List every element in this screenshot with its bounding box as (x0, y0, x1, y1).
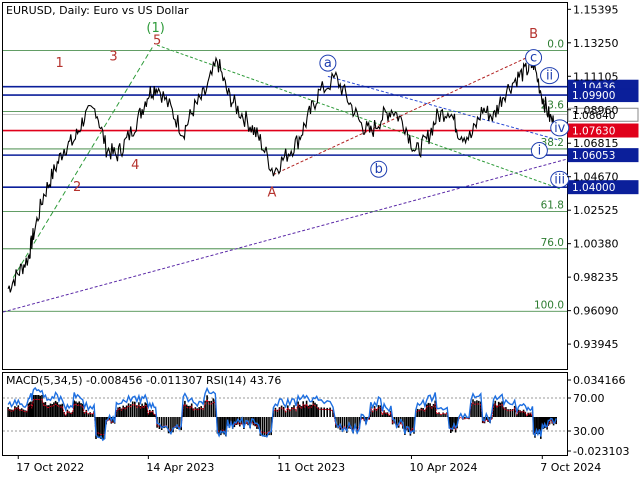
wave-label-red: A (267, 186, 276, 201)
y-tick-label: 1.15395 (573, 3, 619, 16)
indicator-tick-label: 70.00 (573, 392, 605, 405)
indicator-tick-label: 0.034166 (573, 374, 626, 387)
wave-label-red: B (529, 27, 538, 42)
wave-label-blue: i (538, 143, 542, 158)
wave-label-blue: ii (546, 69, 553, 84)
price-level-label: 1.07630 (572, 126, 615, 138)
y-tick-label: 0.96090 (573, 305, 619, 318)
price-level-label: 1.04000 (572, 182, 615, 194)
price-chart: 0.023.638.261.876.0100.0 1.104361.099001… (0, 0, 640, 480)
wave-label-blue: b (375, 162, 383, 177)
x-tick-label: 14 Apr 2023 (146, 461, 214, 474)
wave-label-green: (1) (146, 21, 164, 36)
y-tick-label: 1.13250 (573, 37, 619, 50)
wave-label-blue: iv (554, 121, 566, 136)
wave-label-red: 2 (73, 180, 81, 195)
wave-label-red: 1 (56, 56, 64, 71)
price-level-label: 1.06053 (572, 150, 615, 162)
x-tick-label: 10 Apr 2024 (409, 461, 477, 474)
chart-window: 0.0 23.6 38.2 61.8 76.0 100.0 1.10436 1.09900 1… (0, 0, 640, 480)
y-tick-label: 1.04670 (573, 171, 619, 184)
y-tick-label: 1.02525 (573, 204, 619, 217)
y-tick-label: 0.98235 (573, 271, 619, 284)
indicator-tick-label: 30.00 (573, 425, 605, 438)
wave-label-blue: a (324, 56, 332, 71)
price-level-label: 1.09900 (572, 90, 615, 102)
indicator-title: MACD(5,34,5) -0.008456 -0.011307 RSI(14)… (6, 374, 281, 387)
y-tick-label: 1.06815 (573, 137, 619, 150)
wave-label-red: 4 (131, 158, 139, 173)
x-tick-label: 11 Oct 2023 (277, 461, 345, 474)
y-tick-label: 1.11105 (573, 70, 619, 83)
fib-level-label: 76.0 (541, 237, 564, 249)
fib-level-label: 61.8 (541, 199, 564, 211)
y-tick-label: 0.93945 (573, 338, 619, 351)
indicator-tick-label: -0.023103 (573, 445, 629, 458)
x-tick-label: 7 Oct 2024 (540, 461, 601, 474)
wave-label-blue: iii (554, 172, 565, 187)
y-tick-label: 1.08960 (573, 104, 619, 117)
y-tick-label: 1.00380 (573, 238, 619, 251)
x-tick-label: 17 Oct 2022 (16, 461, 84, 474)
wave-label-red: 3 (109, 50, 117, 65)
wave-label-blue: c (530, 51, 537, 66)
fib-level-label: 100.0 (534, 299, 564, 311)
chart-title: EURUSD, Daily: Euro vs US Dollar (6, 4, 189, 17)
fib-level-label: 0.0 (547, 39, 564, 51)
